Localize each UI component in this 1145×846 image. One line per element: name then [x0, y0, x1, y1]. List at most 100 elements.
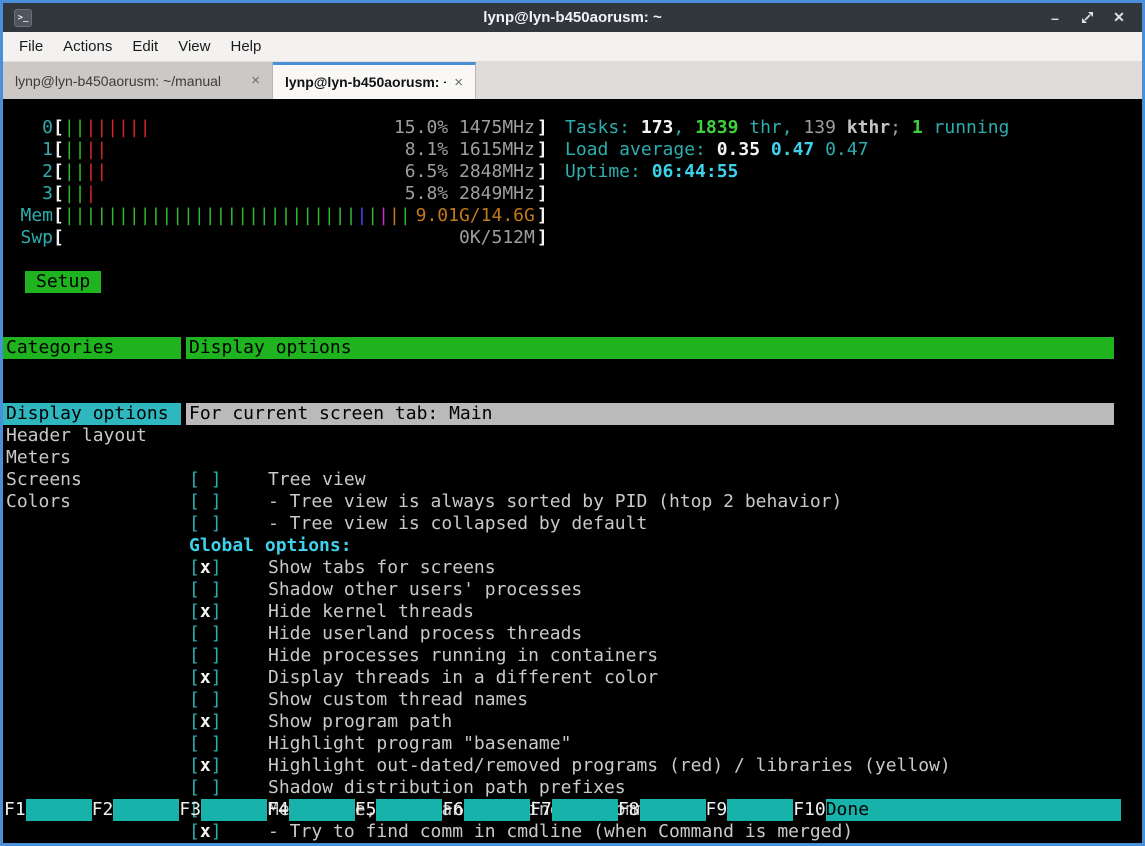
- minimize-button[interactable]: –: [1044, 7, 1066, 29]
- red-ticks: ||: [86, 161, 108, 182]
- checkbox-bracket-open: [: [189, 469, 200, 490]
- fkey-action-label: [552, 799, 618, 821]
- tab-close-icon[interactable]: ×: [454, 74, 463, 91]
- option-row-display-threads-in-a-different-color[interactable]: [x]Display threads in a different color: [186, 667, 1114, 689]
- meter-label: 0: [3, 117, 53, 139]
- fkey-f10[interactable]: F10Done: [793, 799, 1121, 821]
- terminal-app-icon: >_: [14, 9, 32, 27]
- category-item-screens[interactable]: Screens: [3, 469, 181, 491]
- terminal-screen[interactable]: 0[||||||||15.0% 1475MHz]1[||||8.1% 1615M…: [3, 99, 1142, 843]
- fkey-name: F4: [267, 799, 289, 821]
- screen-tab-subheader: For current screen tab: Main: [186, 403, 1114, 425]
- checkbox-bracket-close: ]: [211, 491, 222, 512]
- checkbox-bracket-open: [: [189, 755, 200, 776]
- fkey-f2[interactable]: F2: [92, 799, 180, 821]
- meter-row-swp: Swp[0K/512M]: [3, 227, 548, 249]
- category-item-meters[interactable]: Meters: [3, 447, 181, 469]
- tab-close-icon[interactable]: ×: [251, 72, 260, 89]
- option-row-tree-view-is-always-sorted-by-pid-htop-2-behavior[interactable]: [ ]- Tree view is always sorted by PID (…: [186, 491, 1114, 513]
- fkey-action-label: [113, 799, 179, 821]
- menu-item-actions[interactable]: Actions: [53, 34, 122, 59]
- fkey-f8[interactable]: F8: [618, 799, 706, 821]
- checkbox-bracket-close: ]: [211, 755, 222, 776]
- close-button[interactable]: ✕: [1108, 7, 1130, 29]
- green-ticks: ||: [64, 183, 86, 204]
- function-key-bar: F1F2F3F4 F5F6F7 F8 F9 F10Done: [4, 799, 1121, 821]
- option-row-show-program-path[interactable]: [x]Show program path: [186, 711, 1114, 733]
- option-row-shadow-distribution-path-prefixes[interactable]: [ ]Shadow distribution path prefixes: [186, 777, 1114, 799]
- checkbox-bracket-open: [: [189, 645, 200, 666]
- checkbox-bracket-open: [: [189, 689, 200, 710]
- meter-bracket-open: [: [53, 117, 64, 138]
- checkbox-mark: x: [200, 711, 211, 732]
- tabbar: lynp@lyn-b450aorusm: ~/manual × lynp@lyn…: [3, 62, 1142, 99]
- fkey-f7[interactable]: F7: [530, 799, 618, 821]
- fkey-name: F7: [530, 799, 552, 821]
- meter-row-2: 2[||||6.5% 2848MHz]: [3, 161, 548, 183]
- checkbox-bracket-close: ]: [211, 689, 222, 710]
- option-label: Show custom thread names: [268, 689, 528, 711]
- fkey-f1[interactable]: F1: [4, 799, 92, 821]
- option-label: Shadow distribution path prefixes: [268, 777, 626, 799]
- fkey-name: F9: [706, 799, 728, 821]
- option-row-show-custom-thread-names[interactable]: [ ] Show custom thread names: [186, 689, 1114, 711]
- menu-item-view[interactable]: View: [168, 34, 220, 59]
- meter-row-0: 0[||||||||15.0% 1475MHz]: [3, 117, 548, 139]
- meter-row-1: 1[||||8.1% 1615MHz]: [3, 139, 548, 161]
- maximize-button[interactable]: [1076, 7, 1098, 29]
- tab-home[interactable]: lynp@lyn-b450aorusm: ~ ×: [273, 62, 476, 99]
- option-row-try-to-find-comm-in-cmdline-when-command-is-merged[interactable]: [x]- Try to find comm in cmdline (when C…: [186, 821, 1114, 843]
- checkbox-bracket-open: [: [189, 557, 200, 578]
- blue-ticks: |: [356, 205, 367, 226]
- green-ticks: ||: [64, 161, 86, 182]
- option-row-show-tabs-for-screens[interactable]: [x]Show tabs for screens: [186, 557, 1114, 579]
- meter-value: 6.5% 2848MHz: [405, 161, 535, 183]
- option-label: - Tree view is always sorted by PID (hto…: [268, 491, 842, 513]
- tab-manual[interactable]: lynp@lyn-b450aorusm: ~/manual ×: [3, 62, 273, 99]
- menu-item-help[interactable]: Help: [220, 34, 271, 59]
- menu-item-file[interactable]: File: [9, 34, 53, 59]
- red-ticks: ||: [86, 139, 108, 160]
- window-title: lynp@lyn-b450aorusm: ~: [3, 9, 1142, 26]
- checkbox-bracket-open: [: [189, 711, 200, 732]
- option-row-hide-userland-process-threads[interactable]: [ ]Hide userland process threads: [186, 623, 1114, 645]
- category-item-colors[interactable]: Colors: [3, 491, 181, 513]
- meter-value: 8.1% 1615MHz: [405, 139, 535, 161]
- fkey-action-label: [201, 799, 267, 821]
- checkbox-bracket-close: ]: [211, 777, 222, 798]
- checkbox-bracket-close: ]: [211, 667, 222, 688]
- checkbox-bracket-close: ]: [211, 469, 222, 490]
- categories-panel: Categories Display optionsHeader layoutM…: [3, 293, 181, 843]
- checkbox-mark: [200, 777, 211, 798]
- meter-bracket-close: ]: [537, 183, 548, 204]
- fkey-f6[interactable]: F6: [442, 799, 530, 821]
- fkey-f5[interactable]: F5: [355, 799, 443, 821]
- fkey-name: F8: [618, 799, 640, 821]
- meter-row-3: 3[|||5.8% 2849MHz]: [3, 183, 548, 205]
- checkbox-bracket-open: [: [189, 733, 200, 754]
- option-row-highlight-program-basename[interactable]: [ ]Highlight program "basename": [186, 733, 1114, 755]
- meter-bracket-open: [: [53, 183, 64, 204]
- option-row-tree-view-is-collapsed-by-default[interactable]: [ ]- Tree view is collapsed by default: [186, 513, 1114, 535]
- category-item-header-layout[interactable]: Header layout: [3, 425, 181, 447]
- meter-bar: 0K/512M: [64, 227, 537, 249]
- meter-label: Swp: [3, 227, 53, 249]
- option-row-hide-kernel-threads[interactable]: [x]Hide kernel threads: [186, 601, 1114, 623]
- options-section-global-options: Global options:: [186, 535, 1114, 557]
- option-row-shadow-other-users-processes[interactable]: [ ]Shadow other users' processes: [186, 579, 1114, 601]
- fkey-f9[interactable]: F9: [706, 799, 794, 821]
- checkbox-bracket-close: ]: [211, 601, 222, 622]
- fkey-action-label: Done: [826, 799, 1121, 821]
- option-row-tree-view[interactable]: [ ]Tree view: [186, 469, 1114, 491]
- fkey-f3[interactable]: F3: [179, 799, 267, 821]
- option-row-highlight-out-dated-removed-programs-red-libraries-yellow[interactable]: [x]Highlight out-dated/removed programs …: [186, 755, 1114, 777]
- meter-bracket-open: [: [53, 139, 64, 160]
- checkbox-bracket-close: ]: [211, 821, 222, 842]
- menu-item-edit[interactable]: Edit: [122, 34, 168, 59]
- option-row-hide-processes-running-in-containers[interactable]: [ ]Hide processes running in containers: [186, 645, 1114, 667]
- category-item-display-options[interactable]: Display options: [3, 403, 181, 425]
- meter-bracket-close: ]: [537, 205, 548, 226]
- meter-label: 2: [3, 161, 53, 183]
- display-options-panel: Display options For current screen tab: …: [186, 293, 1114, 843]
- fkey-f4[interactable]: F4: [267, 799, 355, 821]
